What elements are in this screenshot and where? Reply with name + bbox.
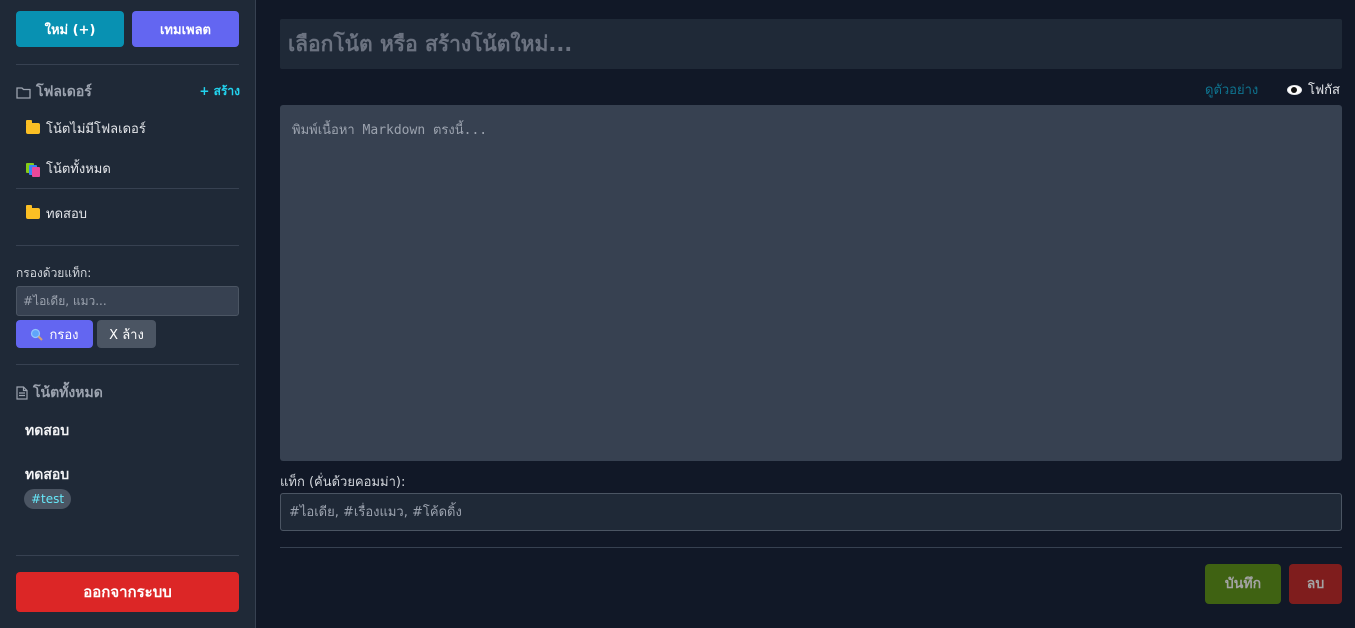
eye-icon	[1287, 84, 1302, 95]
divider	[280, 547, 1342, 548]
open-folder-icon	[26, 120, 40, 134]
filter-button-label: กรอง	[49, 327, 79, 343]
divider	[16, 555, 239, 556]
folder-item-unfiled[interactable]: โน้ตไม่มีโฟลเดอร์	[26, 118, 146, 139]
tags-input[interactable]	[280, 493, 1342, 531]
divider	[16, 64, 239, 65]
folder-item-test[interactable]: ทดสอบ	[26, 203, 87, 224]
template-button[interactable]: เทมเพลต	[132, 11, 239, 47]
divider	[16, 188, 239, 189]
create-folder-link[interactable]: + สร้าง	[190, 82, 240, 101]
filter-button[interactable]: กรอง	[16, 320, 93, 348]
note-title-input[interactable]	[280, 19, 1342, 69]
notes-title: โน้ตทั้งหมด	[33, 385, 103, 401]
sidebar: ใหม่ (+) เทมเพลต โฟลเดอร์ + สร้าง โน้ตไม…	[0, 0, 256, 628]
note-list-item[interactable]: ทดสอบ	[25, 420, 69, 442]
folder-label: ทดสอบ	[46, 207, 88, 222]
folder-outline-icon	[16, 86, 31, 99]
divider	[16, 245, 239, 246]
folders-heading: โฟลเดอร์	[16, 81, 92, 103]
folder-label: โน้ตไม่มีโฟลเดอร์	[46, 122, 146, 137]
focus-label: โฟกัส	[1308, 83, 1340, 98]
tags-label: แท็ก (คั่นด้วยคอมม่า):	[280, 475, 406, 490]
preview-link[interactable]: ดูตัวอย่าง	[1205, 79, 1258, 100]
notes-heading: โน้ตทั้งหมด	[16, 382, 103, 404]
markdown-editor[interactable]	[280, 105, 1342, 461]
delete-button[interactable]: ลบ	[1289, 564, 1342, 604]
filter-label: กรองด้วยแท็ก:	[16, 266, 92, 280]
search-icon	[31, 328, 44, 341]
tag-filter-input[interactable]	[16, 286, 239, 316]
new-note-button[interactable]: ใหม่ (+)	[16, 11, 124, 47]
note-list-item[interactable]: ทดสอบ	[25, 464, 69, 486]
stacked-notes-icon	[26, 162, 40, 177]
document-icon	[16, 386, 28, 400]
save-button[interactable]: บันทึก	[1205, 564, 1281, 604]
divider	[16, 364, 239, 365]
folders-title: โฟลเดอร์	[36, 84, 92, 100]
note-tag-badge[interactable]: #test	[24, 489, 72, 509]
folder-icon	[26, 205, 40, 219]
clear-filter-button[interactable]: X ล้าง	[97, 320, 156, 348]
focus-mode-button[interactable]: โฟกัส	[1287, 79, 1340, 100]
folder-item-all-notes[interactable]: โน้ตทั้งหมด	[26, 158, 111, 179]
folder-label: โน้ตทั้งหมด	[46, 162, 111, 177]
logout-button[interactable]: ออกจากระบบ	[16, 572, 239, 612]
